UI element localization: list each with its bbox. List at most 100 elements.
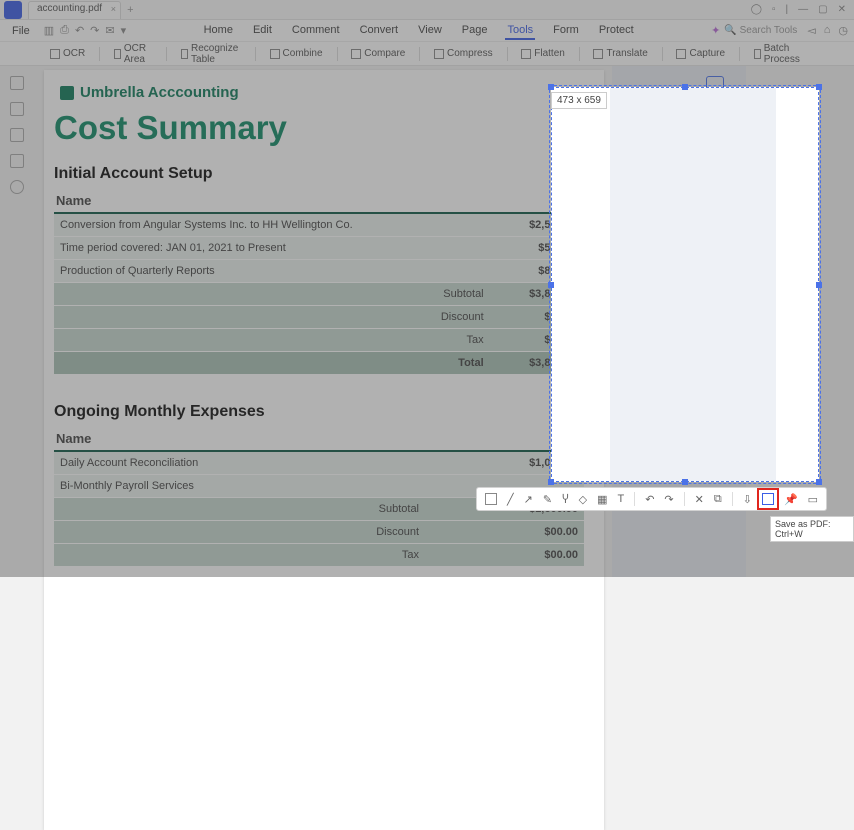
summary-row: Tax$00.00 bbox=[54, 544, 584, 567]
line-icon[interactable]: ╱ bbox=[507, 493, 514, 506]
mail-icon[interactable]: ✉ bbox=[105, 24, 114, 37]
save-pdf-tooltip: Save as PDF: Ctrl+W bbox=[770, 516, 854, 542]
tool-combine[interactable]: Combine bbox=[270, 48, 323, 59]
handle-sw[interactable] bbox=[548, 479, 554, 485]
tool-recognize-table[interactable]: Recognize Table bbox=[181, 43, 241, 65]
selection-preview bbox=[610, 88, 776, 481]
print-icon[interactable]: ⎙ bbox=[60, 24, 69, 37]
pin-icon[interactable]: 📌 bbox=[784, 493, 798, 506]
layers-icon[interactable] bbox=[10, 154, 24, 168]
menubar: File ▥ ⎙ ↶ ↷ ✉ ▾ Home Edit Comment Convert V… bbox=[0, 20, 854, 42]
bookmarks-icon[interactable] bbox=[10, 102, 24, 116]
separator bbox=[634, 492, 635, 506]
table-row: Daily Account Reconciliation$1,000.00 bbox=[54, 451, 584, 475]
tool-compress[interactable]: Compress bbox=[434, 48, 493, 59]
new-tab-button[interactable]: + bbox=[127, 4, 133, 16]
comments-icon[interactable] bbox=[10, 180, 24, 194]
menu-comment[interactable]: Comment bbox=[290, 22, 342, 40]
menu-protect[interactable]: Protect bbox=[597, 22, 636, 40]
home-icon[interactable]: ⌂ bbox=[824, 24, 831, 37]
table-row: Time period covered: JAN 01, 2021 to Pre… bbox=[54, 237, 584, 260]
umbrella-logo-icon bbox=[60, 86, 74, 100]
tool-ocr[interactable]: OCR bbox=[50, 48, 85, 59]
menu-form[interactable]: Form bbox=[551, 22, 581, 40]
cloud-icon[interactable]: ◯ bbox=[751, 4, 762, 15]
menu-page[interactable]: Page bbox=[460, 22, 490, 40]
document-tab[interactable]: accounting.pdf × bbox=[28, 1, 121, 19]
undo-icon[interactable]: ↶ bbox=[75, 24, 84, 37]
send-icon[interactable]: ◅ bbox=[807, 24, 815, 37]
help-icon[interactable]: ◷ bbox=[838, 24, 848, 37]
handle-e[interactable] bbox=[816, 282, 822, 288]
mosaic-icon[interactable]: ▦ bbox=[597, 493, 607, 506]
tool-capture[interactable]: Capture bbox=[676, 48, 725, 59]
save-icon[interactable]: ▥ bbox=[44, 24, 54, 37]
left-sidebar bbox=[0, 66, 34, 577]
redo-icon[interactable]: ↷ bbox=[90, 24, 99, 37]
handle-w[interactable] bbox=[548, 282, 554, 288]
highlighter-icon[interactable]: Ⴤ bbox=[562, 493, 569, 506]
eraser-icon[interactable]: ◇ bbox=[579, 493, 587, 506]
attach-icon[interactable]: ▭ bbox=[808, 493, 818, 506]
capture-selection[interactable] bbox=[551, 87, 819, 482]
separator bbox=[732, 492, 733, 506]
tool-ocr-area[interactable]: OCR Area bbox=[114, 43, 152, 65]
undo-snip-icon[interactable]: ↶ bbox=[645, 493, 654, 506]
main-menu: Home Edit Comment Convert View Page Tools Form P… bbox=[202, 22, 636, 40]
file-menu[interactable]: File bbox=[6, 23, 36, 39]
attachments-icon[interactable] bbox=[10, 128, 24, 142]
rectangle-icon[interactable] bbox=[485, 493, 497, 505]
menu-convert[interactable]: Convert bbox=[358, 22, 401, 40]
tool-flatten[interactable]: Flatten bbox=[521, 48, 565, 59]
menu-view[interactable]: View bbox=[416, 22, 444, 40]
text-icon[interactable]: T bbox=[617, 493, 624, 505]
brand: Umbrella Acccounting bbox=[60, 84, 584, 101]
capture-toolbar: ╱ ↗ ✎ Ⴤ ◇ ▦ T ↶ ↷ ✕ ⧉ ⇩ 📌 ▭ bbox=[476, 487, 827, 511]
tools-toolbar: OCR OCR Area Recognize Table Combine Compare… bbox=[0, 42, 854, 66]
quick-access-toolbar: ▥ ⎙ ↶ ↷ ✉ ▾ bbox=[44, 24, 126, 37]
more-icon[interactable]: ▾ bbox=[121, 24, 127, 37]
summary-row: Discount$00.00 bbox=[54, 521, 584, 544]
document-page: Umbrella Acccounting Cost Summary Initia… bbox=[44, 70, 604, 830]
minimize-icon[interactable]: — bbox=[798, 4, 808, 15]
pen-icon[interactable]: ✎ bbox=[543, 493, 552, 506]
save-image-icon[interactable]: ⇩ bbox=[743, 493, 752, 506]
summary-row: Tax$00.00 bbox=[54, 329, 584, 352]
thumbnails-icon[interactable] bbox=[10, 76, 24, 90]
handle-nw[interactable] bbox=[548, 84, 554, 90]
menu-tools[interactable]: Tools bbox=[505, 22, 535, 40]
table-row: Conversion from Angular Systems Inc. to … bbox=[54, 213, 584, 237]
app-logo-icon bbox=[4, 1, 22, 19]
section2-heading: Ongoing Monthly Expenses bbox=[54, 403, 584, 421]
redo-snip-icon[interactable]: ↷ bbox=[664, 493, 673, 506]
tab-title: accounting.pdf bbox=[37, 3, 102, 14]
total-row: Total$3,800.00 bbox=[54, 352, 584, 375]
tool-translate[interactable]: Translate bbox=[593, 48, 647, 59]
menu-home[interactable]: Home bbox=[202, 22, 235, 40]
handle-s[interactable] bbox=[682, 479, 688, 485]
tool-batch-process[interactable]: Batch Process bbox=[754, 43, 804, 65]
tool-compare[interactable]: Compare bbox=[351, 48, 405, 59]
share-icon[interactable]: ▫ bbox=[772, 4, 776, 15]
arrow-icon[interactable]: ↗ bbox=[524, 493, 533, 506]
separator bbox=[684, 492, 685, 506]
copy-icon[interactable]: ⧉ bbox=[714, 493, 722, 506]
cancel-icon[interactable]: ✕ bbox=[695, 493, 704, 506]
table-row: Production of Quarterly Reports$800.00 bbox=[54, 260, 584, 283]
col-name: Name bbox=[54, 427, 431, 451]
ai-icon[interactable]: ✦ bbox=[711, 24, 720, 37]
handle-n[interactable] bbox=[682, 84, 688, 90]
search-tools[interactable]: 🔍 Search Tools bbox=[724, 25, 797, 36]
summary-row: Discount$00.00 bbox=[54, 306, 584, 329]
sep-icon: | bbox=[786, 4, 789, 15]
close-window-icon[interactable]: ✕ bbox=[838, 4, 846, 15]
close-tab-icon[interactable]: × bbox=[111, 4, 116, 14]
handle-se[interactable] bbox=[816, 479, 822, 485]
window-controls: ◯ ▫ | — ▢ ✕ bbox=[751, 4, 854, 15]
section1-heading: Initial Account Setup bbox=[54, 165, 584, 183]
save-pdf-icon[interactable] bbox=[762, 493, 774, 505]
col-name: Name bbox=[54, 189, 496, 213]
menu-edit[interactable]: Edit bbox=[251, 22, 274, 40]
maximize-icon[interactable]: ▢ bbox=[818, 4, 827, 15]
handle-ne[interactable] bbox=[816, 84, 822, 90]
